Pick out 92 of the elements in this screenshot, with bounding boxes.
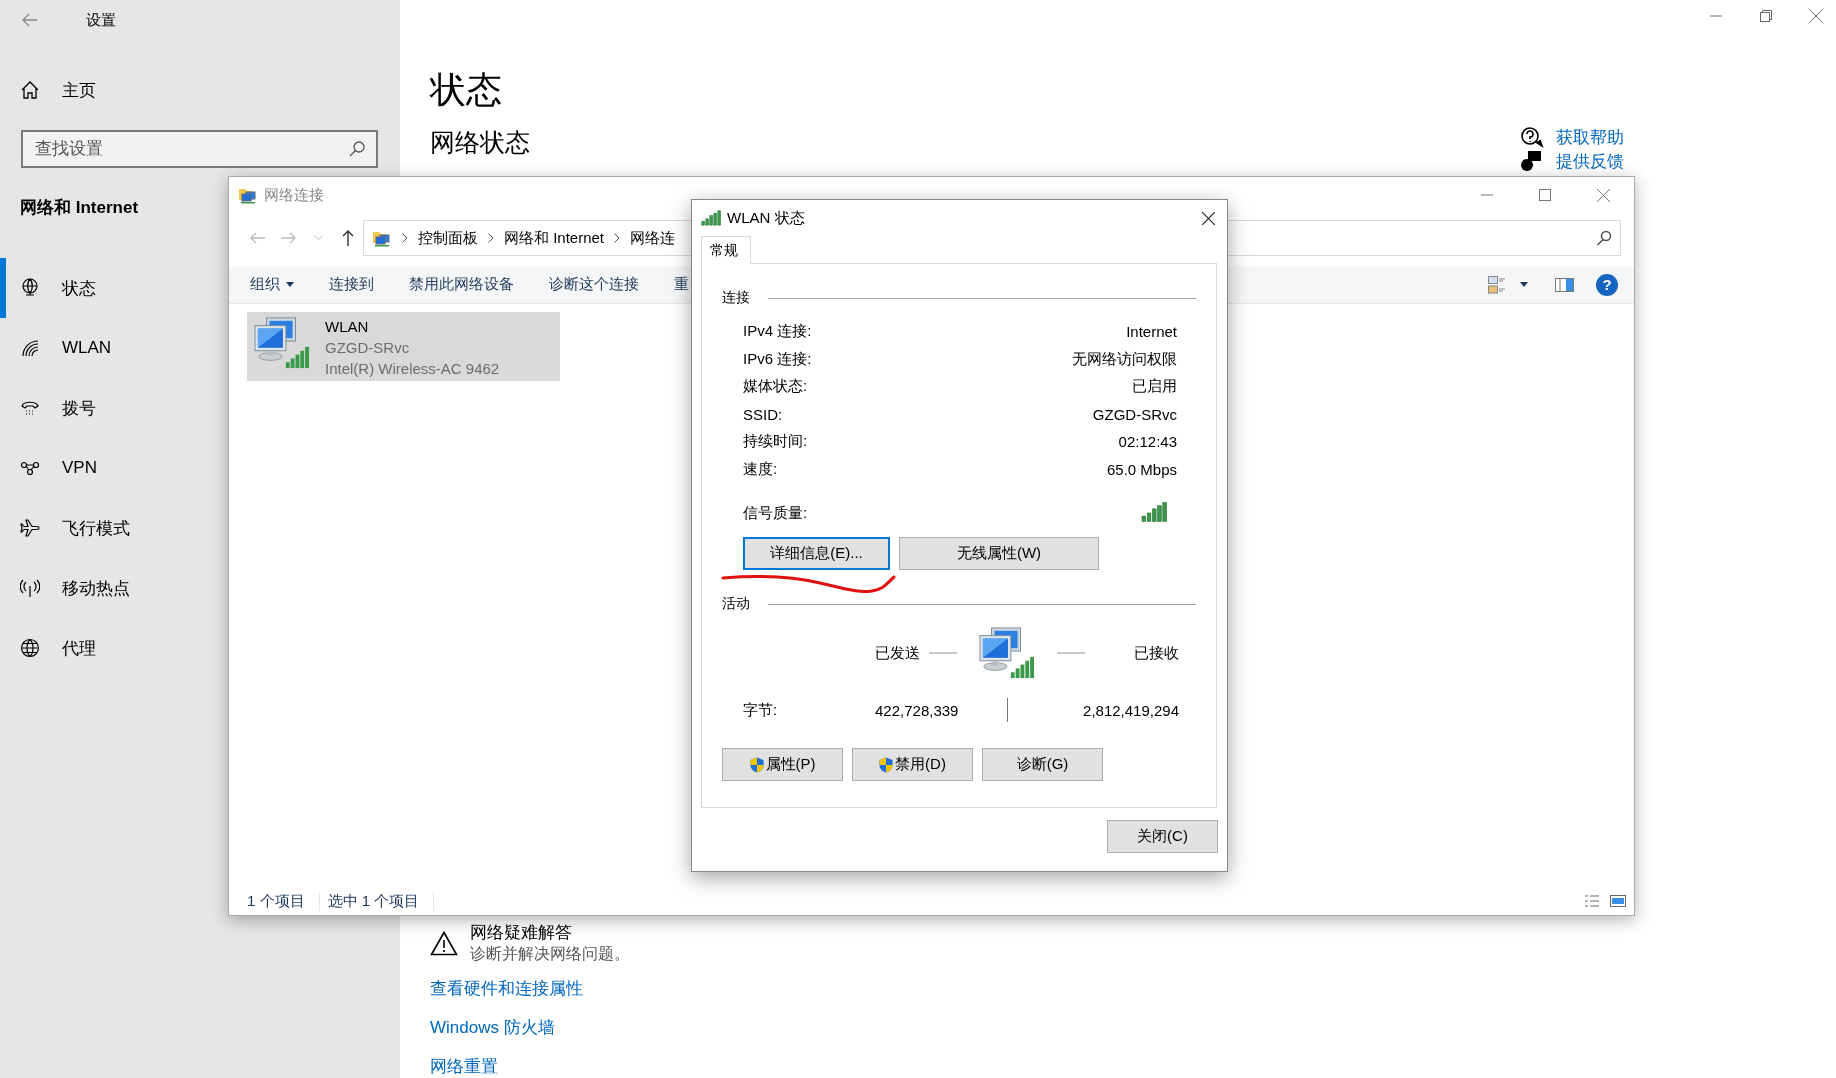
breadcrumb-item[interactable]: 网络连 [630,228,676,248]
network-computer-icon [253,316,311,370]
bytes-received: 2,812,419,294 [1082,701,1179,719]
page-title: 状态 [430,68,503,112]
nav-item[interactable]: 飞行模式 [0,498,136,558]
dialog-title: WLAN 状态 [727,208,805,228]
chevron-right-icon [614,233,621,243]
network-folder-icon [372,229,392,247]
warning-icon [430,930,458,956]
dropdown-caret-icon [286,282,294,287]
signal-bars-icon [1141,501,1167,523]
field-label: 速度: [743,459,778,479]
nav-item[interactable]: 状态 [0,258,102,318]
breadcrumb-item[interactable]: 控制面板 [418,228,478,248]
action-button[interactable]: 诊断(G) [982,748,1103,781]
nav-item[interactable]: 拨号 [0,378,102,438]
status-text: 1 个项目 [247,891,320,911]
home-link[interactable]: 主页 [62,78,96,102]
field-value: Internet [1126,323,1177,341]
settings-link[interactable]: 查看硬件和连接属性 [430,977,1836,1000]
view-options-icon[interactable] [1488,275,1506,294]
field-label: 媒体状态: [743,377,808,397]
settings-link[interactable]: 网络重置 [430,1055,1836,1078]
chevron-right-icon [402,233,408,243]
toolbar-button[interactable]: 重 [674,275,689,294]
troubleshooter-title[interactable]: 网络疑难解答 [470,921,630,944]
field-label: 信号质量: [743,504,808,523]
maximize-icon[interactable] [1539,189,1551,201]
wireless-properties-button[interactable]: 无线属性(W) [899,537,1099,570]
section-heading: 网络和 Internet [20,197,140,219]
received-label: 已接收 [1134,643,1179,663]
network-folder-icon [238,186,258,204]
details-button[interactable]: 详细信息(E)... [743,537,890,570]
toolbar-button[interactable]: 连接到 [329,275,374,294]
status-text: 选中 1 个项目 [327,891,435,911]
field-value: GZGD-SRvc [1092,405,1177,423]
action-button[interactable]: 禁用(D) [852,748,973,781]
settings-link[interactable]: Windows 防火墙 [430,1016,1836,1039]
search-icon [348,140,366,158]
shield-icon [749,756,764,773]
field-label: IPv6 连接: [743,349,812,369]
back-arrow-icon[interactable] [22,13,38,27]
search-field[interactable]: 查找设置 [21,130,378,168]
field-label: SSID: [743,405,783,423]
search-icon[interactable] [1596,230,1612,246]
window-title: 设置 [86,10,116,30]
connection-item[interactable]: WLAN GZGD-SRvc Intel(R) Wireless-AC 9462 [247,312,560,381]
troubleshooter-description: 诊断并解决网络问题。 [470,944,630,964]
field-value: 无网络访问权限 [1072,349,1177,369]
airplane-icon [20,518,40,538]
chat-help-icon [1520,126,1544,148]
tab[interactable]: 常规 [701,236,751,264]
close-button[interactable]: 关闭(C) [1107,820,1218,853]
toolbar-button[interactable]: 禁用此网络设备 [409,275,514,294]
shield-icon [879,756,894,773]
help-link[interactable]: 提供反馈 [1556,149,1624,173]
chevron-right-icon [488,233,494,243]
window-title: 网络连接 [264,185,324,205]
action-button[interactable]: 属性(P) [722,748,843,781]
group-heading: 连接 [722,289,750,307]
field-label: 持续时间: [743,432,808,452]
field-label: IPv4 连接: [743,322,812,342]
wifi-icon [20,338,40,358]
signal-bars-icon [701,210,721,226]
breadcrumb-item[interactable]: 网络和 Internet [504,228,605,248]
nav-item[interactable]: WLAN [0,318,118,378]
field-label: 字节: [743,700,779,720]
group-heading: 活动 [722,595,750,613]
close-icon[interactable] [1202,211,1215,225]
nav-item[interactable]: 代理 [0,618,102,678]
home-icon [20,80,40,100]
bytes-sent: 422,728,339 [875,701,960,719]
field-value: 已启用 [1132,377,1177,397]
restore-icon[interactable] [1760,10,1772,22]
globe-icon [20,638,40,658]
section-title: 网络状态 [430,127,530,158]
antenna-icon [20,578,40,598]
help-link[interactable]: 获取帮助 [1556,125,1624,149]
feedback-icon [1520,150,1544,172]
dropdown-caret-icon[interactable] [1520,282,1528,287]
field-value: 65.0 Mbps [1106,460,1177,478]
nav-item[interactable]: VPN [0,438,103,498]
globe-monitor-icon [20,278,40,298]
tiles-view-icon[interactable] [1610,894,1626,908]
help-button[interactable]: ? [1596,273,1618,296]
up-arrow-icon[interactable] [342,230,354,246]
nav-item[interactable]: 移动热点 [0,558,136,618]
field-value: 02:12:43 [1118,433,1177,451]
toolbar-button[interactable]: 诊断这个连接 [549,275,639,294]
toolbar-button[interactable]: 组织 [250,275,294,294]
sent-label: 已发送 [875,643,920,663]
network-computer-icon [977,626,1037,680]
